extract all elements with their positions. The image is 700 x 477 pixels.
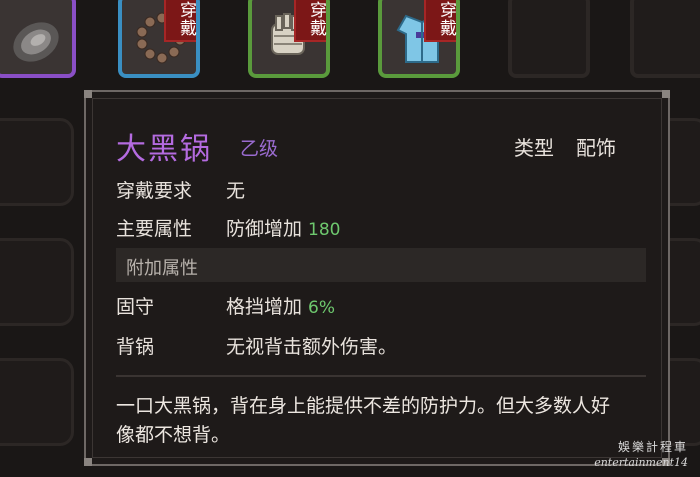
inventory-slot-empty[interactable] [508, 0, 590, 78]
inventory-cell[interactable] [0, 118, 74, 206]
extra-attribute-value: 格挡增加 6% [226, 292, 335, 319]
extra-attribute-number: 6% [308, 298, 335, 318]
divider [116, 375, 646, 377]
inventory-cell[interactable] [0, 238, 74, 326]
extra-attribute-label: 固守 [116, 296, 155, 318]
item-type-label: 类型 [514, 136, 554, 160]
extra-attributes-header: 附加属性 [116, 248, 646, 282]
inventory-slot-wok[interactable] [0, 0, 76, 78]
equipped-badge: 穿戴 [424, 0, 456, 42]
extra-attribute-label: 背锅 [116, 336, 155, 358]
extra-attribute-description: 无视背击额外伤害。 [226, 336, 398, 358]
inventory-slot-beads[interactable]: 穿戴 [118, 0, 200, 78]
main-attribute-name: 防御增加 [226, 218, 303, 240]
panel-corner [662, 90, 670, 98]
wok-icon [13, 22, 59, 62]
equipped-badge: 穿戴 [164, 0, 196, 42]
main-attribute-number: 180 [308, 220, 341, 240]
main-attribute-label: 主要属性 [116, 218, 193, 240]
equipped-badge: 穿戴 [294, 0, 326, 42]
panel-corner [84, 90, 92, 98]
inventory-cell[interactable] [0, 358, 74, 446]
inventory-slot-robe[interactable]: 穿戴 [378, 0, 460, 78]
inventory-slot-empty[interactable] [630, 0, 700, 78]
requirement-label: 穿戴要求 [116, 180, 193, 202]
main-attribute-value: 防御增加 180 [226, 214, 340, 241]
watermark: 娛樂計程車 entertainment14 [594, 439, 688, 471]
panel-corner [84, 458, 92, 466]
extra-attribute-name: 格挡增加 [226, 296, 303, 318]
watermark-subtext: entertainment14 [594, 456, 688, 469]
item-tooltip: 大黑锅 乙级 类型 配饰 穿戴要求 无 主要属性 防御增加 180 附加属性 固守… [84, 90, 670, 466]
watermark-text: 娛樂計程車 [617, 440, 688, 454]
inventory-slot-glove[interactable]: 穿戴 [248, 0, 330, 78]
item-type-value: 配饰 [576, 136, 616, 160]
requirement-value: 无 [226, 180, 246, 202]
item-grade: 乙级 [240, 138, 279, 160]
extra-attributes-title: 附加属性 [126, 258, 198, 279]
item-description: 一口大黑锅，背在身上能提供不差的防护力。但大多数人好像都不想背。 [116, 395, 611, 446]
item-name: 大黑锅 [116, 132, 212, 167]
